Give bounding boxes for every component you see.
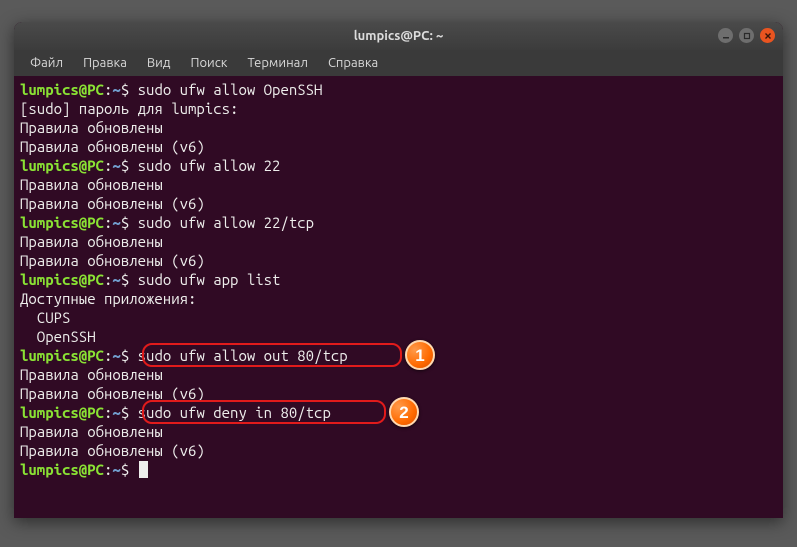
command-text: sudo ufw allow 22/tcp: [138, 214, 314, 231]
terminal-line: lumpics@PC:~$ sudo ufw allow 22/tcp: [20, 213, 777, 232]
minimize-button[interactable]: [718, 28, 733, 43]
command-text: sudo ufw allow 22: [138, 157, 281, 174]
close-button[interactable]: [760, 28, 775, 43]
prompt-user: lumpics@PC: [20, 157, 104, 174]
prompt-path: ~: [112, 214, 120, 231]
menu-terminal[interactable]: Терминал: [239, 54, 315, 72]
close-icon: [764, 32, 772, 40]
terminal-line: lumpics@PC:~$ sudo ufw allow OpenSSH: [20, 80, 777, 99]
prompt-user: lumpics@PC: [20, 81, 104, 98]
terminal-line: lumpics@PC:~$ sudo ufw allow out 80/tcp: [20, 346, 777, 365]
maximize-icon: [743, 32, 751, 40]
prompt-symbol: $: [121, 271, 129, 288]
terminal-line: lumpics@PC:~$ sudo ufw app list: [20, 270, 777, 289]
prompt-symbol: $: [121, 347, 129, 364]
prompt-user: lumpics@PC: [20, 347, 104, 364]
command-text: sudo ufw allow OpenSSH: [138, 81, 323, 98]
command-text: sudo ufw app list: [138, 271, 281, 288]
prompt-path: ~: [112, 157, 120, 174]
prompt-user: lumpics@PC: [20, 214, 104, 231]
prompt-user: lumpics@PC: [20, 461, 104, 478]
terminal-output: Правила обновлены (v6): [20, 137, 777, 156]
minimize-icon: [722, 32, 730, 40]
terminal-output: Правила обновлены: [20, 232, 777, 251]
menu-help[interactable]: Справка: [320, 54, 386, 72]
terminal-output: Доступные приложения:: [20, 289, 777, 308]
prompt-symbol: $: [121, 214, 129, 231]
prompt-user: lumpics@PC: [20, 271, 104, 288]
prompt-path: ~: [112, 271, 120, 288]
menu-file[interactable]: Файл: [22, 54, 71, 72]
prompt-user: lumpics@PC: [20, 404, 104, 421]
terminal-body[interactable]: lumpics@PC:~$ sudo ufw allow OpenSSH [su…: [14, 76, 783, 518]
terminal-window: lumpics@PC: ~ Файл Правка Вид Поиск Терм…: [14, 22, 783, 518]
window-title: lumpics@PC: ~: [354, 29, 444, 43]
terminal-output: Правила обновлены (v6): [20, 384, 777, 403]
menubar: Файл Правка Вид Поиск Терминал Справка: [14, 50, 783, 76]
terminal-output: Правила обновлены: [20, 365, 777, 384]
prompt-path: ~: [112, 347, 120, 364]
cursor: [139, 461, 148, 478]
prompt-symbol: $: [121, 81, 129, 98]
titlebar[interactable]: lumpics@PC: ~: [14, 22, 783, 50]
menu-edit[interactable]: Правка: [75, 54, 135, 72]
prompt-path: ~: [112, 461, 120, 478]
prompt-path: ~: [112, 81, 120, 98]
menu-search[interactable]: Поиск: [182, 54, 235, 72]
terminal-output: [sudo] пароль для lumpics:: [20, 99, 777, 118]
command-text: sudo ufw allow out 80/tcp: [138, 347, 348, 364]
terminal-output: Правила обновлены: [20, 422, 777, 441]
window-controls: [718, 28, 775, 43]
prompt-path: ~: [112, 404, 120, 421]
command-text: sudo ufw deny in 80/tcp: [138, 404, 331, 421]
maximize-button[interactable]: [739, 28, 754, 43]
terminal-output: Правила обновлены: [20, 175, 777, 194]
terminal-output: Правила обновлены (v6): [20, 251, 777, 270]
prompt-symbol: $: [121, 461, 129, 478]
terminal-line: lumpics@PC:~$: [20, 460, 777, 479]
prompt-symbol: $: [121, 404, 129, 421]
terminal-line: lumpics@PC:~$ sudo ufw allow 22: [20, 156, 777, 175]
menu-view[interactable]: Вид: [139, 54, 179, 72]
prompt-symbol: $: [121, 157, 129, 174]
terminal-output: OpenSSH: [20, 327, 777, 346]
terminal-line: lumpics@PC:~$ sudo ufw deny in 80/tcp: [20, 403, 777, 422]
terminal-output: CUPS: [20, 308, 777, 327]
terminal-output: Правила обновлены: [20, 118, 777, 137]
terminal-output: Правила обновлены (v6): [20, 194, 777, 213]
terminal-output: Правила обновлены (v6): [20, 441, 777, 460]
